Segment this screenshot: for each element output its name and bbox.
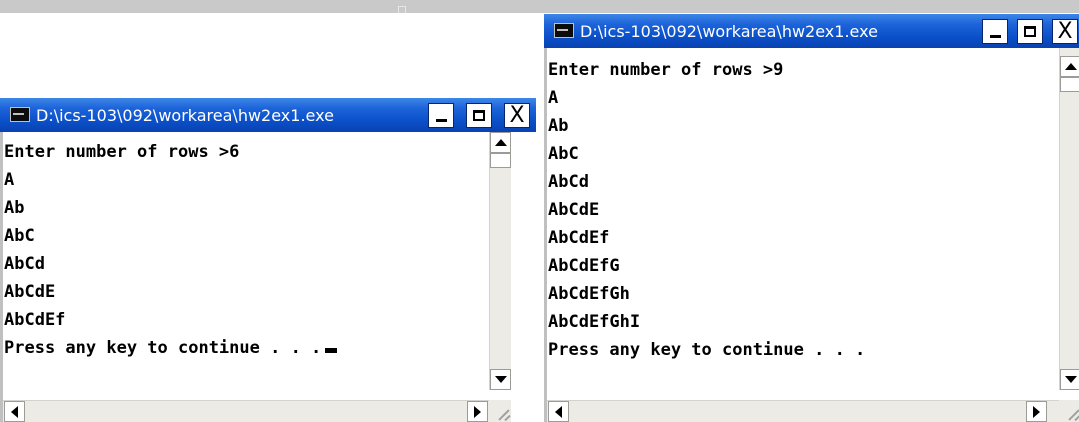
vertical-scrollbar[interactable] [1059, 48, 1079, 390]
text-cursor [325, 348, 338, 353]
maximize-button[interactable] [1017, 19, 1043, 44]
background-fragment [398, 6, 406, 13]
resize-grip-icon[interactable] [1059, 400, 1079, 422]
scroll-right-button[interactable] [1026, 401, 1047, 422]
console-line: Enter number of rows >9 [548, 60, 784, 80]
scroll-down-button[interactable] [1060, 369, 1079, 390]
maximize-icon [1024, 26, 1036, 37]
arrow-left-icon [555, 405, 562, 418]
scroll-up-button[interactable] [490, 132, 511, 153]
console-line: AbCdE [4, 282, 56, 302]
arrow-right-icon [1033, 405, 1040, 418]
arrow-down-icon [1064, 376, 1077, 383]
console-window-2[interactable]: D:\ics-103\092\workarea\hw2ex1.exe X Ent… [544, 14, 1079, 422]
minimize-icon [435, 119, 447, 122]
console-line: Enter number of rows >6 [4, 142, 240, 162]
console-line: Ab [548, 116, 569, 136]
horizontal-scrollbar[interactable] [547, 400, 1059, 422]
scroll-thumb[interactable] [1060, 77, 1079, 92]
console-output[interactable]: Enter number of rows >9 A Ab AbC AbCd AbCdE Ab… [547, 56, 866, 364]
console-line: AbCdEfG [548, 256, 620, 276]
window-title: D:\ics-103\092\workarea\hw2ex1.exe [580, 22, 878, 41]
console-line: A [4, 170, 15, 190]
scroll-left-button[interactable] [548, 401, 569, 422]
scroll-up-button[interactable] [1060, 56, 1079, 77]
console-line: AbCdEf [4, 310, 66, 330]
console-app-icon[interactable] [554, 23, 574, 38]
console-line: AbC [4, 226, 35, 246]
minimize-button[interactable] [428, 103, 454, 128]
horizontal-scrollbar[interactable] [3, 400, 489, 422]
minimize-icon [989, 35, 1001, 38]
console-client-area: Enter number of rows >6 A Ab AbC AbCd AbCdE Ab… [0, 132, 536, 422]
console-line: A [548, 88, 559, 108]
console-line: AbCdEfGh [548, 284, 630, 304]
console-line: AbCd [548, 172, 589, 192]
console-line: AbCdE [548, 200, 600, 220]
scroll-thumb[interactable] [490, 153, 511, 168]
console-line: AbCdEfGhI [548, 312, 641, 332]
close-button[interactable]: X [504, 103, 530, 128]
console-line: AbCdEf [548, 228, 610, 248]
console-line: Ab [4, 198, 25, 218]
arrow-right-icon [474, 405, 481, 418]
title-bar[interactable]: D:\ics-103\092\workarea\hw2ex1.exe X [0, 98, 536, 132]
window-title: D:\ics-103\092\workarea\hw2ex1.exe [36, 106, 334, 125]
title-bar[interactable]: D:\ics-103\092\workarea\hw2ex1.exe X [544, 14, 1079, 48]
console-app-icon[interactable] [10, 107, 30, 122]
close-button[interactable]: X [1052, 19, 1078, 44]
console-line: AbCd [4, 254, 45, 274]
arrow-up-icon [1064, 63, 1077, 70]
arrow-left-icon [11, 405, 18, 418]
console-line-prompt: Press any key to continue . . . [4, 334, 338, 362]
console-line-prompt: Press any key to continue . . . [548, 340, 866, 360]
prompt-text: Press any key to continue . . . [4, 338, 322, 358]
console-line: AbC [548, 144, 579, 164]
maximize-icon [473, 110, 485, 121]
console-output[interactable]: Enter number of rows >6 A Ab AbC AbCd AbCdE Ab… [3, 138, 338, 362]
background-strip [0, 0, 1079, 13]
console-client-area: Enter number of rows >9 A Ab AbC AbCd AbCdE Ab… [544, 48, 1079, 422]
resize-grip-icon[interactable] [489, 400, 511, 422]
arrow-up-icon [494, 139, 507, 146]
maximize-button[interactable] [466, 103, 492, 128]
close-icon: X [1057, 18, 1073, 44]
vertical-scrollbar[interactable] [489, 132, 511, 390]
console-window-1[interactable]: D:\ics-103\092\workarea\hw2ex1.exe X Ent… [0, 98, 536, 422]
close-icon: X [509, 102, 525, 128]
scroll-right-button[interactable] [467, 401, 488, 422]
arrow-down-icon [494, 376, 507, 383]
minimize-button[interactable] [982, 19, 1008, 44]
scroll-left-button[interactable] [4, 401, 25, 422]
scroll-down-button[interactable] [490, 369, 511, 390]
